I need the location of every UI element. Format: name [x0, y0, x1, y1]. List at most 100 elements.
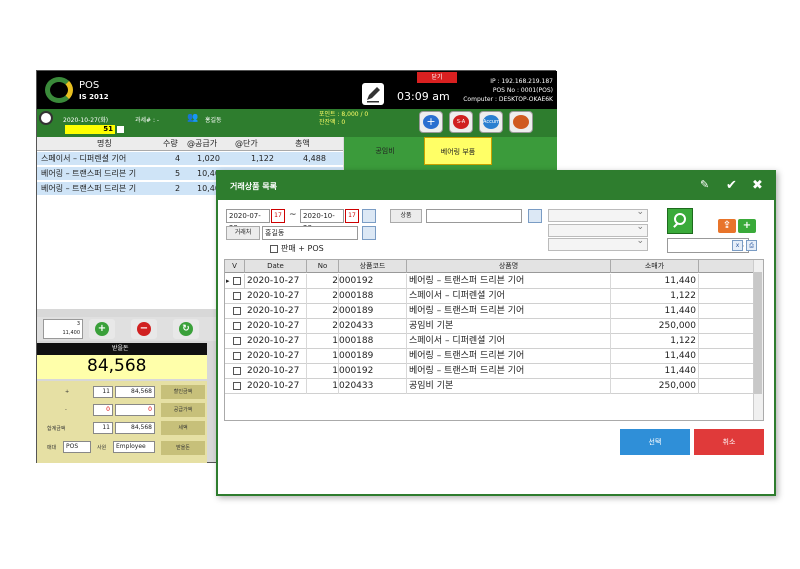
- vendor-lookup-icon[interactable]: [362, 209, 376, 223]
- row-checkbox[interactable]: [233, 277, 241, 285]
- sale-row-name: 스페이서 – 디퍼렌셜 기어: [41, 154, 127, 163]
- export-button[interactable]: ⇪: [718, 219, 736, 233]
- tax-amount-label: 세액: [161, 421, 205, 435]
- excel-icon[interactable]: x: [732, 240, 743, 251]
- table-row[interactable]: 2020-10-27 1 000189 베어링 – 트랜스퍼 드리븐 기어 11…: [225, 349, 753, 364]
- table-row[interactable]: 2020-10-27 1 000192 베어링 – 트랜스퍼 드리븐 기어 11…: [225, 364, 753, 379]
- col-date: Date: [245, 260, 307, 273]
- close-button[interactable]: 닫기: [417, 72, 457, 83]
- cancel-button[interactable]: 취소: [694, 429, 764, 455]
- product-lookup-icon[interactable]: [528, 209, 542, 223]
- pen-icon[interactable]: [362, 83, 384, 105]
- table-row[interactable]: 2020-10-27 1 000188 스페이서 – 디퍼렌셜 기어 1,122: [225, 334, 753, 349]
- row-name: 공임비 기본: [407, 319, 611, 334]
- receive-label: 받을돈: [161, 441, 205, 455]
- confirm-icon[interactable]: ✔: [726, 178, 737, 193]
- filter-dropdown-2[interactable]: [548, 222, 648, 237]
- edit-icon[interactable]: ✎: [700, 178, 709, 191]
- total-label: 합계금액: [47, 426, 66, 432]
- row-price: 1,122: [611, 289, 699, 304]
- table-row[interactable]: 2020-10-27 2 020433 공임비 기본 250,000: [225, 319, 753, 334]
- col-unit: @단가: [235, 139, 258, 148]
- table-row[interactable]: ▸ 2020-10-27 2 000192 베어링 – 트랜스퍼 드리븐 기어 …: [225, 274, 753, 289]
- calendar-icon[interactable]: 17: [271, 209, 285, 223]
- row-checkbox[interactable]: [233, 367, 241, 375]
- clock-icon: [39, 111, 53, 125]
- row-code: 000189: [339, 349, 407, 364]
- vendor-input[interactable]: 홍길동: [262, 226, 358, 240]
- row-price: 11,440: [611, 304, 699, 319]
- accum-button[interactable]: Accum: [479, 111, 503, 133]
- tab-labor[interactable]: 공임비: [354, 137, 416, 165]
- row-name: 공임비 기본: [407, 379, 611, 394]
- grid-scrollbar-thumb[interactable]: [754, 272, 762, 394]
- table-row[interactable]: 2020-10-27 2 000189 베어링 – 트랜스퍼 드리븐 기어 11…: [225, 304, 753, 319]
- sa-button[interactable]: S-A: [449, 111, 473, 133]
- search-button[interactable]: [667, 208, 693, 234]
- row-date: 2020-10-27: [245, 334, 307, 349]
- item-nav-info: 3 11,400: [43, 319, 83, 339]
- calendar-icon[interactable]: 17: [345, 209, 359, 223]
- print-icon[interactable]: ⎙: [746, 240, 757, 251]
- select-button[interactable]: 선택: [620, 429, 690, 455]
- row-checkbox[interactable]: [233, 382, 241, 390]
- date-from-input[interactable]: 2020-07-29: [226, 209, 270, 232]
- tab-bearing-parts[interactable]: 베어링 부품: [424, 137, 492, 165]
- increase-button[interactable]: +: [89, 319, 115, 339]
- sales-pos-label: 판매 + POS: [281, 244, 324, 253]
- sale-date: 2020-10-27(화): [63, 117, 109, 124]
- decrease-button[interactable]: −: [131, 319, 157, 339]
- grid-header: V Date No 상품코드 상품명 소매가: [225, 260, 753, 273]
- row-date: 2020-10-27: [245, 319, 307, 334]
- row-checkbox[interactable]: [233, 337, 241, 345]
- save-button[interactable]: [509, 111, 533, 133]
- row-code: 000192: [339, 364, 407, 379]
- point-info: 포인트 : 8,000 / 0 잔잔액 : 0: [319, 111, 368, 127]
- count-checkbox[interactable]: [117, 126, 124, 133]
- row-code: 000189: [339, 304, 407, 319]
- calc-panel: + 11 84,568 - 0 0 합계금액 11 84,568 매대 POS …: [37, 381, 207, 463]
- col-qty: 수량: [163, 139, 178, 148]
- row-name: 베어링 – 트랜스퍼 드리븐 기어: [407, 364, 611, 379]
- col-product-name: 상품명: [407, 260, 611, 273]
- row-date: 2020-10-27: [245, 379, 307, 394]
- row-checkbox[interactable]: [233, 307, 241, 315]
- row-checkbox[interactable]: [233, 352, 241, 360]
- table-row[interactable]: 2020-10-27 2 000188 스페이서 – 디퍼렌셜 기어 1,122: [225, 289, 753, 304]
- nav-info-amount: 11,400: [62, 330, 81, 336]
- tax-label: 과세# : -: [135, 117, 160, 124]
- plus-amount: 84,568: [115, 386, 155, 398]
- row-date: 2020-10-27: [245, 304, 307, 319]
- date-to-input[interactable]: 2020-10-28: [300, 209, 344, 232]
- transaction-product-dialog: 거래상품 목록 ✎ ✔ ✖ 2020-07-29 17 ~ 2020-10-28…: [216, 170, 776, 496]
- received-label: 받을돈: [112, 345, 129, 352]
- row-price: 250,000: [611, 319, 699, 334]
- row-price: 11,440: [611, 274, 699, 289]
- system-pos-no: POS No : 0001(POS): [492, 87, 553, 94]
- add-button[interactable]: +: [419, 111, 443, 133]
- add-item-button[interactable]: +: [738, 219, 756, 233]
- sale-row[interactable]: 스페이서 – 디퍼렌셜 기어 4 1,020 1,122 4,488: [37, 152, 343, 166]
- dialog-title-bar: 거래상품 목록 ✎ ✔ ✖: [218, 172, 774, 200]
- sa-label: S-A: [453, 115, 469, 129]
- row-no: 1: [307, 334, 339, 349]
- row-checkbox[interactable]: [233, 292, 241, 300]
- row-checkbox[interactable]: [233, 322, 241, 330]
- refresh-button[interactable]: ↻: [173, 319, 199, 339]
- sales-pos-checkbox[interactable]: [270, 245, 278, 253]
- close-icon[interactable]: ✖: [752, 178, 763, 193]
- col-code: 상품코드: [339, 260, 407, 273]
- filter-dropdown-1[interactable]: [548, 207, 648, 222]
- product-input[interactable]: [426, 209, 522, 223]
- row-name: 스페이서 – 디퍼렌셜 기어: [407, 334, 611, 349]
- table-row[interactable]: 2020-10-27 1 020433 공임비 기본 250,000: [225, 379, 753, 394]
- row-no: 1: [307, 349, 339, 364]
- sale-row-total: 4,488: [303, 154, 326, 163]
- row-date: 2020-10-27: [245, 349, 307, 364]
- product-label: 상품: [390, 209, 422, 223]
- vendor-search-icon[interactable]: [362, 226, 376, 240]
- accum-label: Accum: [483, 115, 500, 129]
- row-code: 000192: [339, 274, 407, 289]
- filter-dropdown-3[interactable]: [548, 236, 648, 251]
- col-no: No: [307, 260, 339, 273]
